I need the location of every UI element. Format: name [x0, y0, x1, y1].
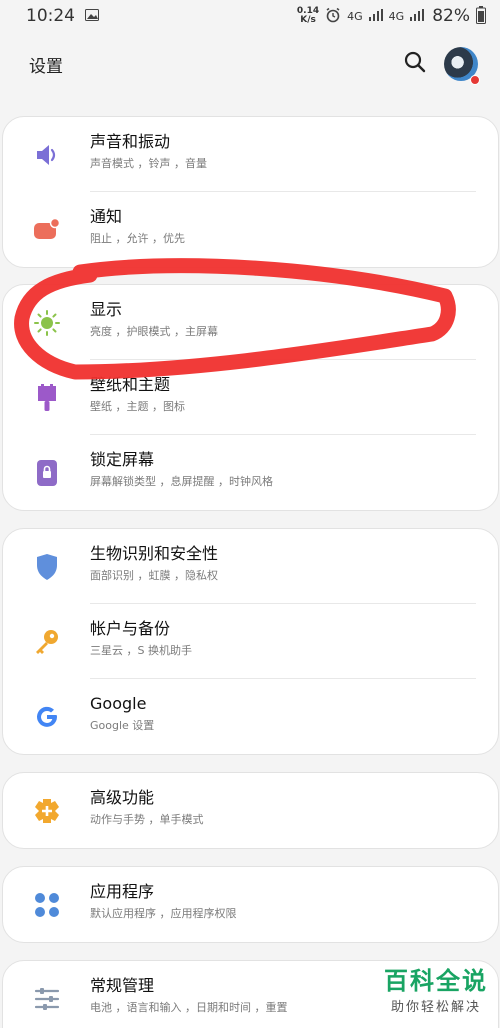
item-subtitle: 壁纸 ，主题 ，图标	[90, 400, 185, 413]
search-icon[interactable]	[404, 51, 426, 77]
item-subtitle: 亮度 ，护眼模式 ，主屏幕	[90, 325, 218, 338]
shield-icon	[33, 553, 61, 581]
settings-group-display: 显示 亮度 ，护眼模式 ，主屏幕 壁纸和主题 壁纸 ，主题 ，图标 锁定屏幕 屏…	[2, 284, 499, 511]
item-subtitle: 三星云 ，S 换机助手	[90, 644, 192, 657]
settings-group-advanced: 高级功能 动作与手势 ，单手模式	[2, 772, 499, 849]
lock-screen-icon	[33, 459, 61, 487]
signal-bars-icon	[410, 8, 425, 24]
settings-group-security-accounts: 生物识别和安全性 面部识别 ，虹膜 ，隐私权 帐户与备份 三星云 ，S 换机助手…	[2, 528, 499, 755]
battery-icon	[476, 5, 486, 27]
item-title: 显示	[90, 300, 123, 319]
item-title: 通知	[90, 207, 123, 226]
watermark-title: 百科全说	[384, 967, 488, 995]
network-speed: 0.14 K/s	[296, 6, 320, 25]
profile-avatar[interactable]	[444, 47, 480, 85]
notification-icon	[33, 216, 61, 244]
item-title: 应用程序	[90, 882, 155, 901]
key-icon	[33, 628, 61, 656]
watermark-logo: 百科全说 助你轻松解决	[384, 966, 488, 1015]
item-subtitle: 默认应用程序 ，应用程序权限	[90, 907, 237, 920]
gallery-notification-icon	[85, 6, 99, 26]
item-subtitle: Google 设置	[90, 719, 155, 732]
item-title: 声音和振动	[90, 132, 171, 151]
settings-item-wallpaper-themes[interactable]: 壁纸和主题 壁纸 ，主题 ，图标	[3, 360, 498, 435]
battery-percentage: 82%	[432, 6, 470, 26]
settings-item-sound-vibration[interactable]: 声音和振动 声音模式 ，铃声 ，音量	[3, 117, 498, 192]
status-bar: 10:24 0.14 K/s 4G 4G 82%	[0, 0, 500, 32]
settings-item-lock-screen[interactable]: 锁定屏幕 屏幕解锁类型 ，息屏提醒 ，时钟风格	[3, 435, 498, 510]
alarm-icon	[325, 7, 341, 26]
settings-item-accounts-backup[interactable]: 帐户与备份 三星云 ，S 换机助手	[3, 604, 498, 679]
item-subtitle: 电池 ，语言和输入 ，日期和时间 ，重置	[90, 1001, 288, 1014]
settings-group-sound-notifications: 声音和振动 声音模式 ，铃声 ，音量 通知 阻止 ，允许 ，优先	[2, 116, 499, 268]
advanced-features-icon	[33, 797, 61, 825]
item-subtitle: 面部识别 ，虹膜 ，隐私权	[90, 569, 218, 582]
settings-group-apps: 应用程序 默认应用程序 ，应用程序权限	[2, 866, 499, 943]
settings-item-biometrics-security[interactable]: 生物识别和安全性 面部识别 ，虹膜 ，隐私权	[3, 529, 498, 604]
watermark-subtitle: 助你轻松解决	[390, 1000, 481, 1015]
status-time: 10:24	[26, 6, 75, 26]
signal-1-label: 4G	[347, 9, 363, 23]
theme-brush-icon	[33, 383, 61, 412]
status-indicators: 0.14 K/s 4G 4G 82%	[296, 5, 486, 27]
item-subtitle: 声音模式 ，铃声 ，音量	[90, 157, 207, 170]
signal-bars-icon	[368, 8, 383, 24]
brightness-icon	[33, 309, 61, 337]
settings-item-display[interactable]: 显示 亮度 ，护眼模式 ，主屏幕	[3, 285, 498, 360]
item-title: 壁纸和主题	[90, 375, 171, 394]
item-title: 常规管理	[90, 976, 155, 995]
settings-item-advanced-features[interactable]: 高级功能 动作与手势 ，单手模式	[3, 773, 498, 848]
item-title: Google	[90, 694, 147, 713]
item-title: 生物识别和安全性	[90, 544, 219, 563]
apps-grid-icon	[33, 891, 61, 919]
page-title: 设置	[29, 56, 63, 77]
settings-header: 设置	[0, 40, 500, 88]
item-title: 高级功能	[90, 788, 155, 807]
notification-dot	[470, 75, 480, 85]
settings-item-google[interactable]: Google Google 设置	[3, 679, 498, 754]
settings-item-notifications[interactable]: 通知 阻止 ，允许 ，优先	[3, 192, 498, 267]
item-subtitle: 动作与手势 ，单手模式	[90, 813, 204, 826]
sliders-icon	[33, 985, 61, 1013]
google-icon	[33, 703, 61, 731]
item-title: 帐户与备份	[90, 619, 171, 638]
item-subtitle: 屏幕解锁类型 ，息屏提醒 ，时钟风格	[90, 475, 273, 488]
settings-item-applications[interactable]: 应用程序 默认应用程序 ，应用程序权限	[3, 867, 498, 942]
item-subtitle: 阻止 ，允许 ，优先	[90, 232, 185, 245]
signal-2-label: 4G	[388, 9, 405, 23]
speaker-icon	[33, 141, 61, 169]
item-title: 锁定屏幕	[90, 450, 155, 469]
